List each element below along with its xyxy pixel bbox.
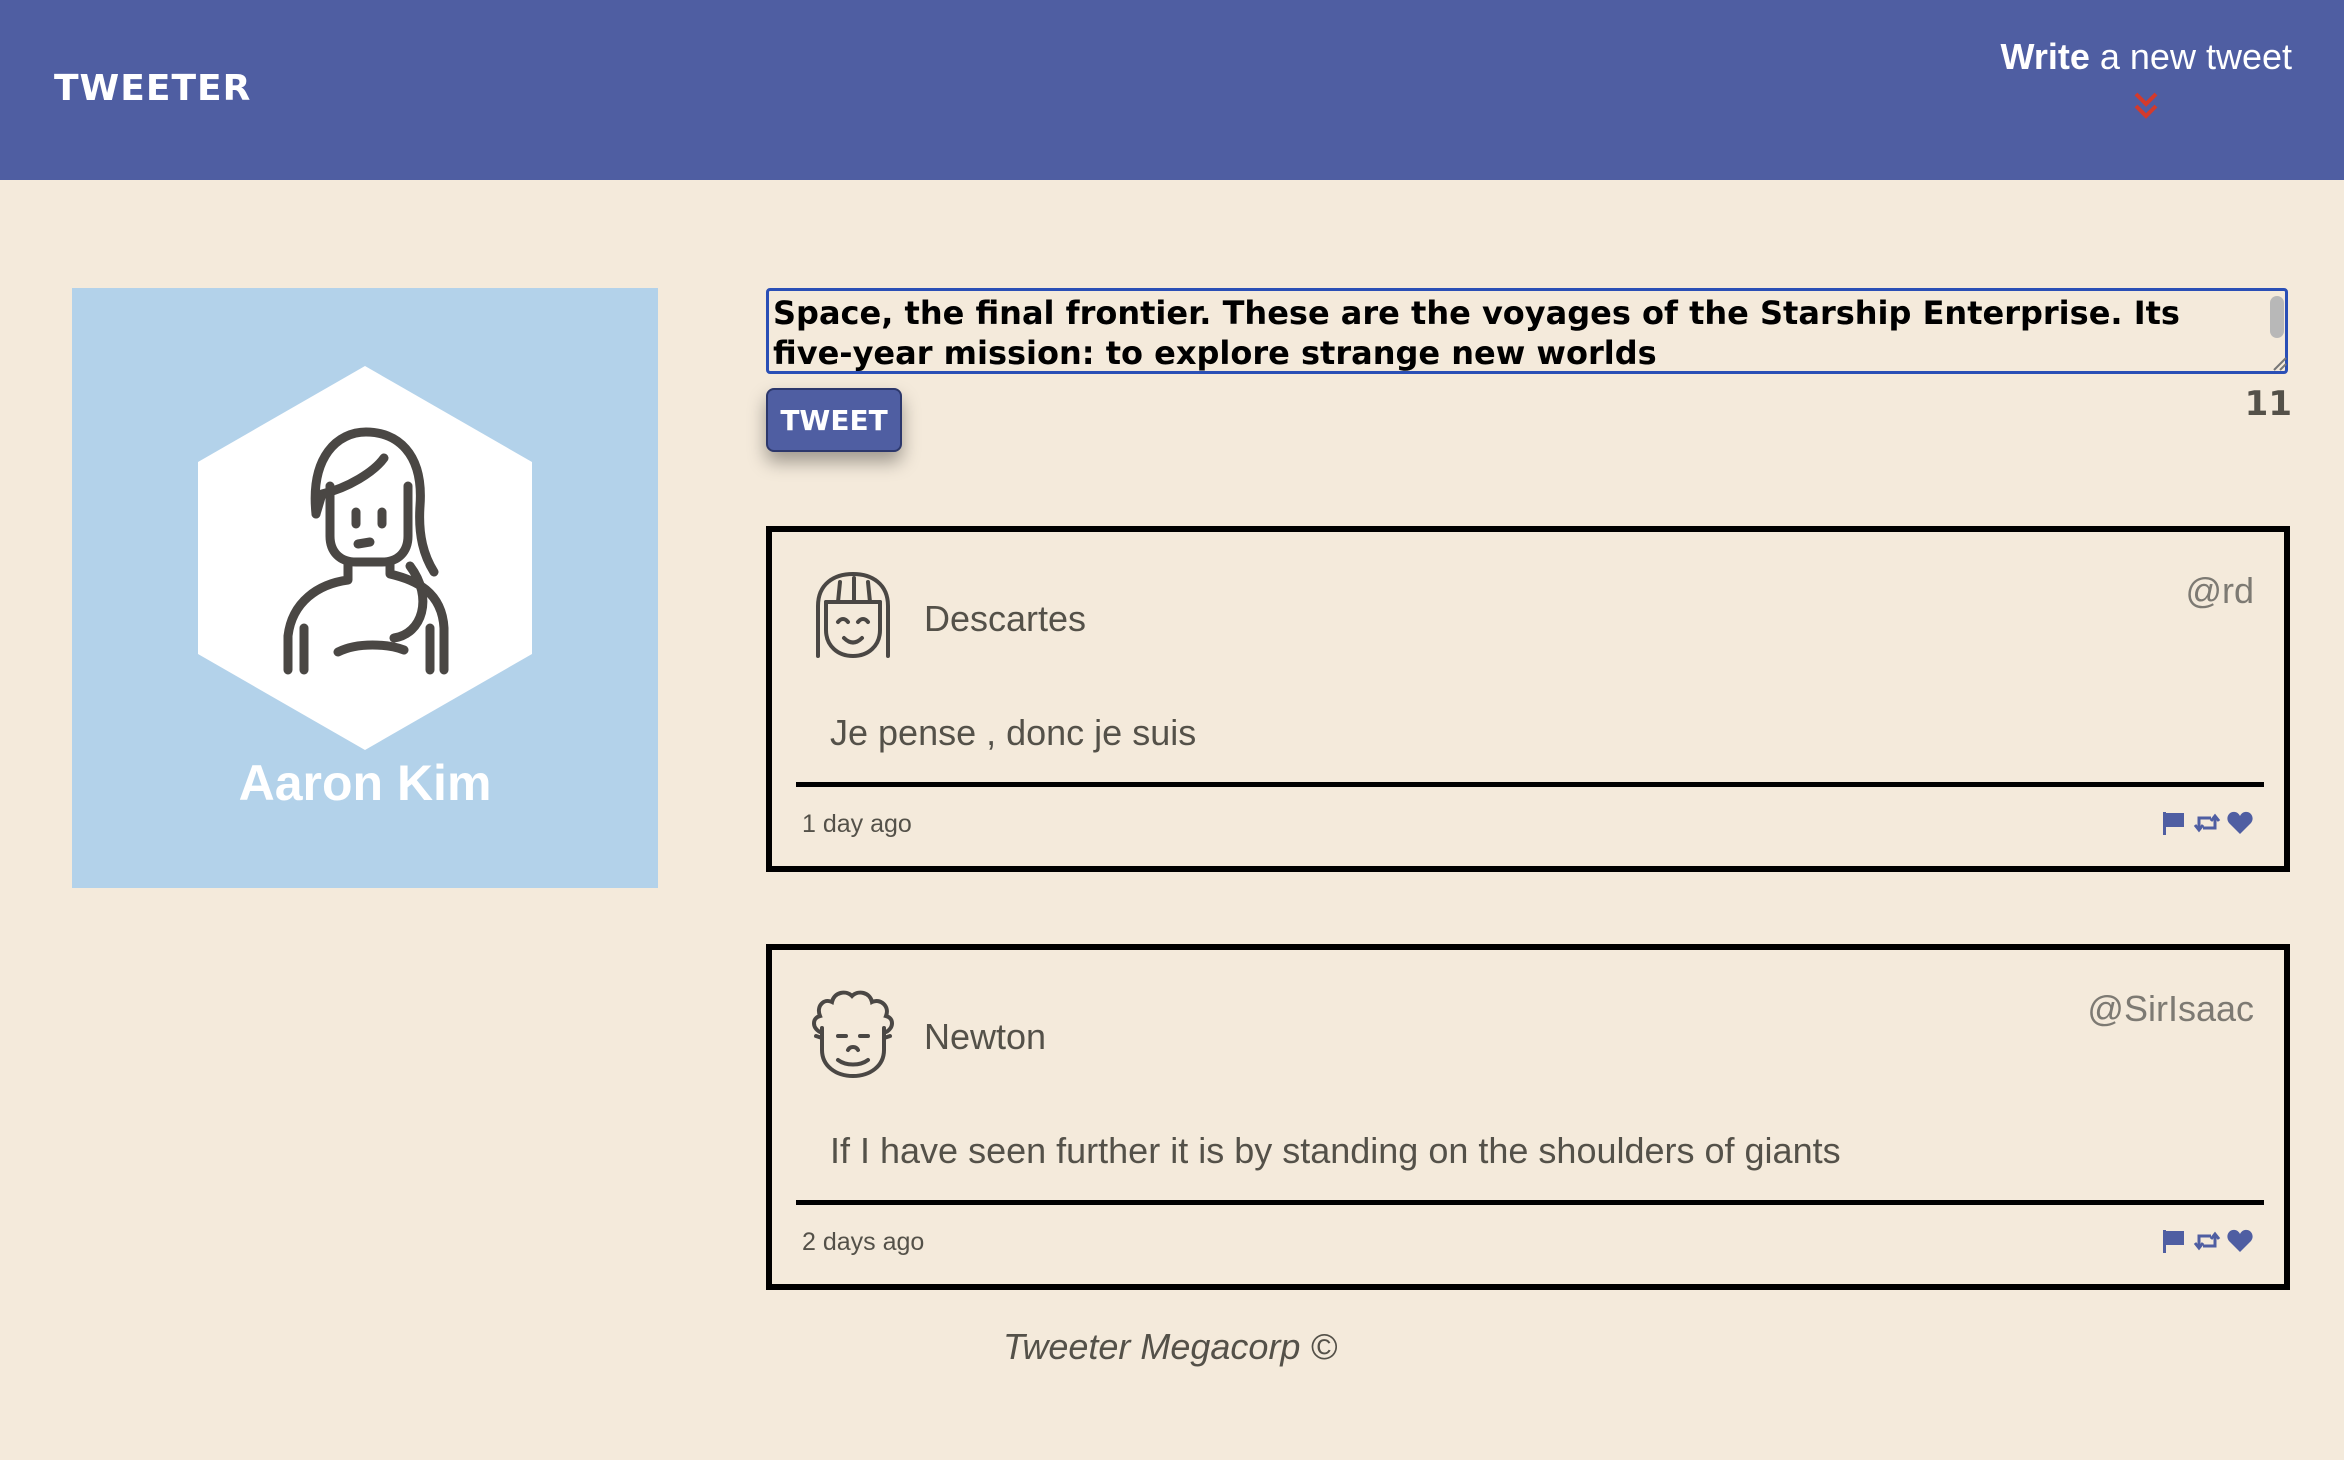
user-avatar-icon xyxy=(812,990,894,1078)
compose-label-rest: a new tweet xyxy=(2089,36,2292,77)
compose-toggle[interactable]: Write a new tweet xyxy=(2001,36,2292,124)
char-counter: 11 xyxy=(2244,384,2292,424)
tweet-timestamp: 1 day ago xyxy=(802,810,912,838)
compose-label-bold: Write xyxy=(2000,36,2090,77)
textarea-scrollbar[interactable] xyxy=(2270,296,2284,338)
tweet-divider xyxy=(796,1200,2264,1205)
tweet-actions xyxy=(2160,1226,2254,1256)
flag-icon[interactable] xyxy=(2160,809,2188,837)
tweet-author-handle: @rd xyxy=(2185,570,2254,611)
tweet-author-name: Newton xyxy=(924,1016,1047,1057)
profile-card: Aaron Kim xyxy=(72,288,658,888)
retweet-icon[interactable] xyxy=(2193,1227,2221,1255)
user-avatar-icon xyxy=(816,571,890,659)
tweet-card: Newton @SirIsaac If I have seen further … xyxy=(766,944,2290,1290)
tweet-author-handle: @SirIsaac xyxy=(2087,988,2254,1029)
footer-text: Tweeter Megacorp © xyxy=(1003,1326,1337,1367)
tweet-card: Descartes @rd Je pense , donc je suis 1 … xyxy=(766,526,2290,872)
tweet-input[interactable]: Space, the final frontier. These are the… xyxy=(766,288,2288,374)
flag-icon[interactable] xyxy=(2160,1227,2188,1255)
double-chevron-down-icon[interactable] xyxy=(2128,88,2164,124)
footer: Tweeter Megacorp © xyxy=(0,1326,2344,1368)
tweet-content: If I have seen further it is by standing… xyxy=(830,1130,1841,1171)
resize-grip-icon[interactable] xyxy=(2270,354,2288,372)
tweet-button[interactable]: TWEET xyxy=(766,388,902,452)
profile-name: Aaron Kim xyxy=(238,755,492,811)
tweet-content: Je pense , donc je suis xyxy=(830,712,1197,753)
retweet-icon[interactable] xyxy=(2193,809,2221,837)
tweet-author-name: Descartes xyxy=(924,598,1087,639)
heart-icon[interactable] xyxy=(2226,1227,2254,1255)
tweet-timestamp: 2 days ago xyxy=(802,1228,925,1256)
tweet-actions xyxy=(2160,808,2254,838)
tweet-divider xyxy=(796,782,2264,787)
top-nav: TWEETER Write a new tweet xyxy=(0,0,2344,180)
heart-icon[interactable] xyxy=(2226,809,2254,837)
brand-logo[interactable]: TWEETER xyxy=(54,68,251,109)
profile-avatar xyxy=(198,366,532,750)
